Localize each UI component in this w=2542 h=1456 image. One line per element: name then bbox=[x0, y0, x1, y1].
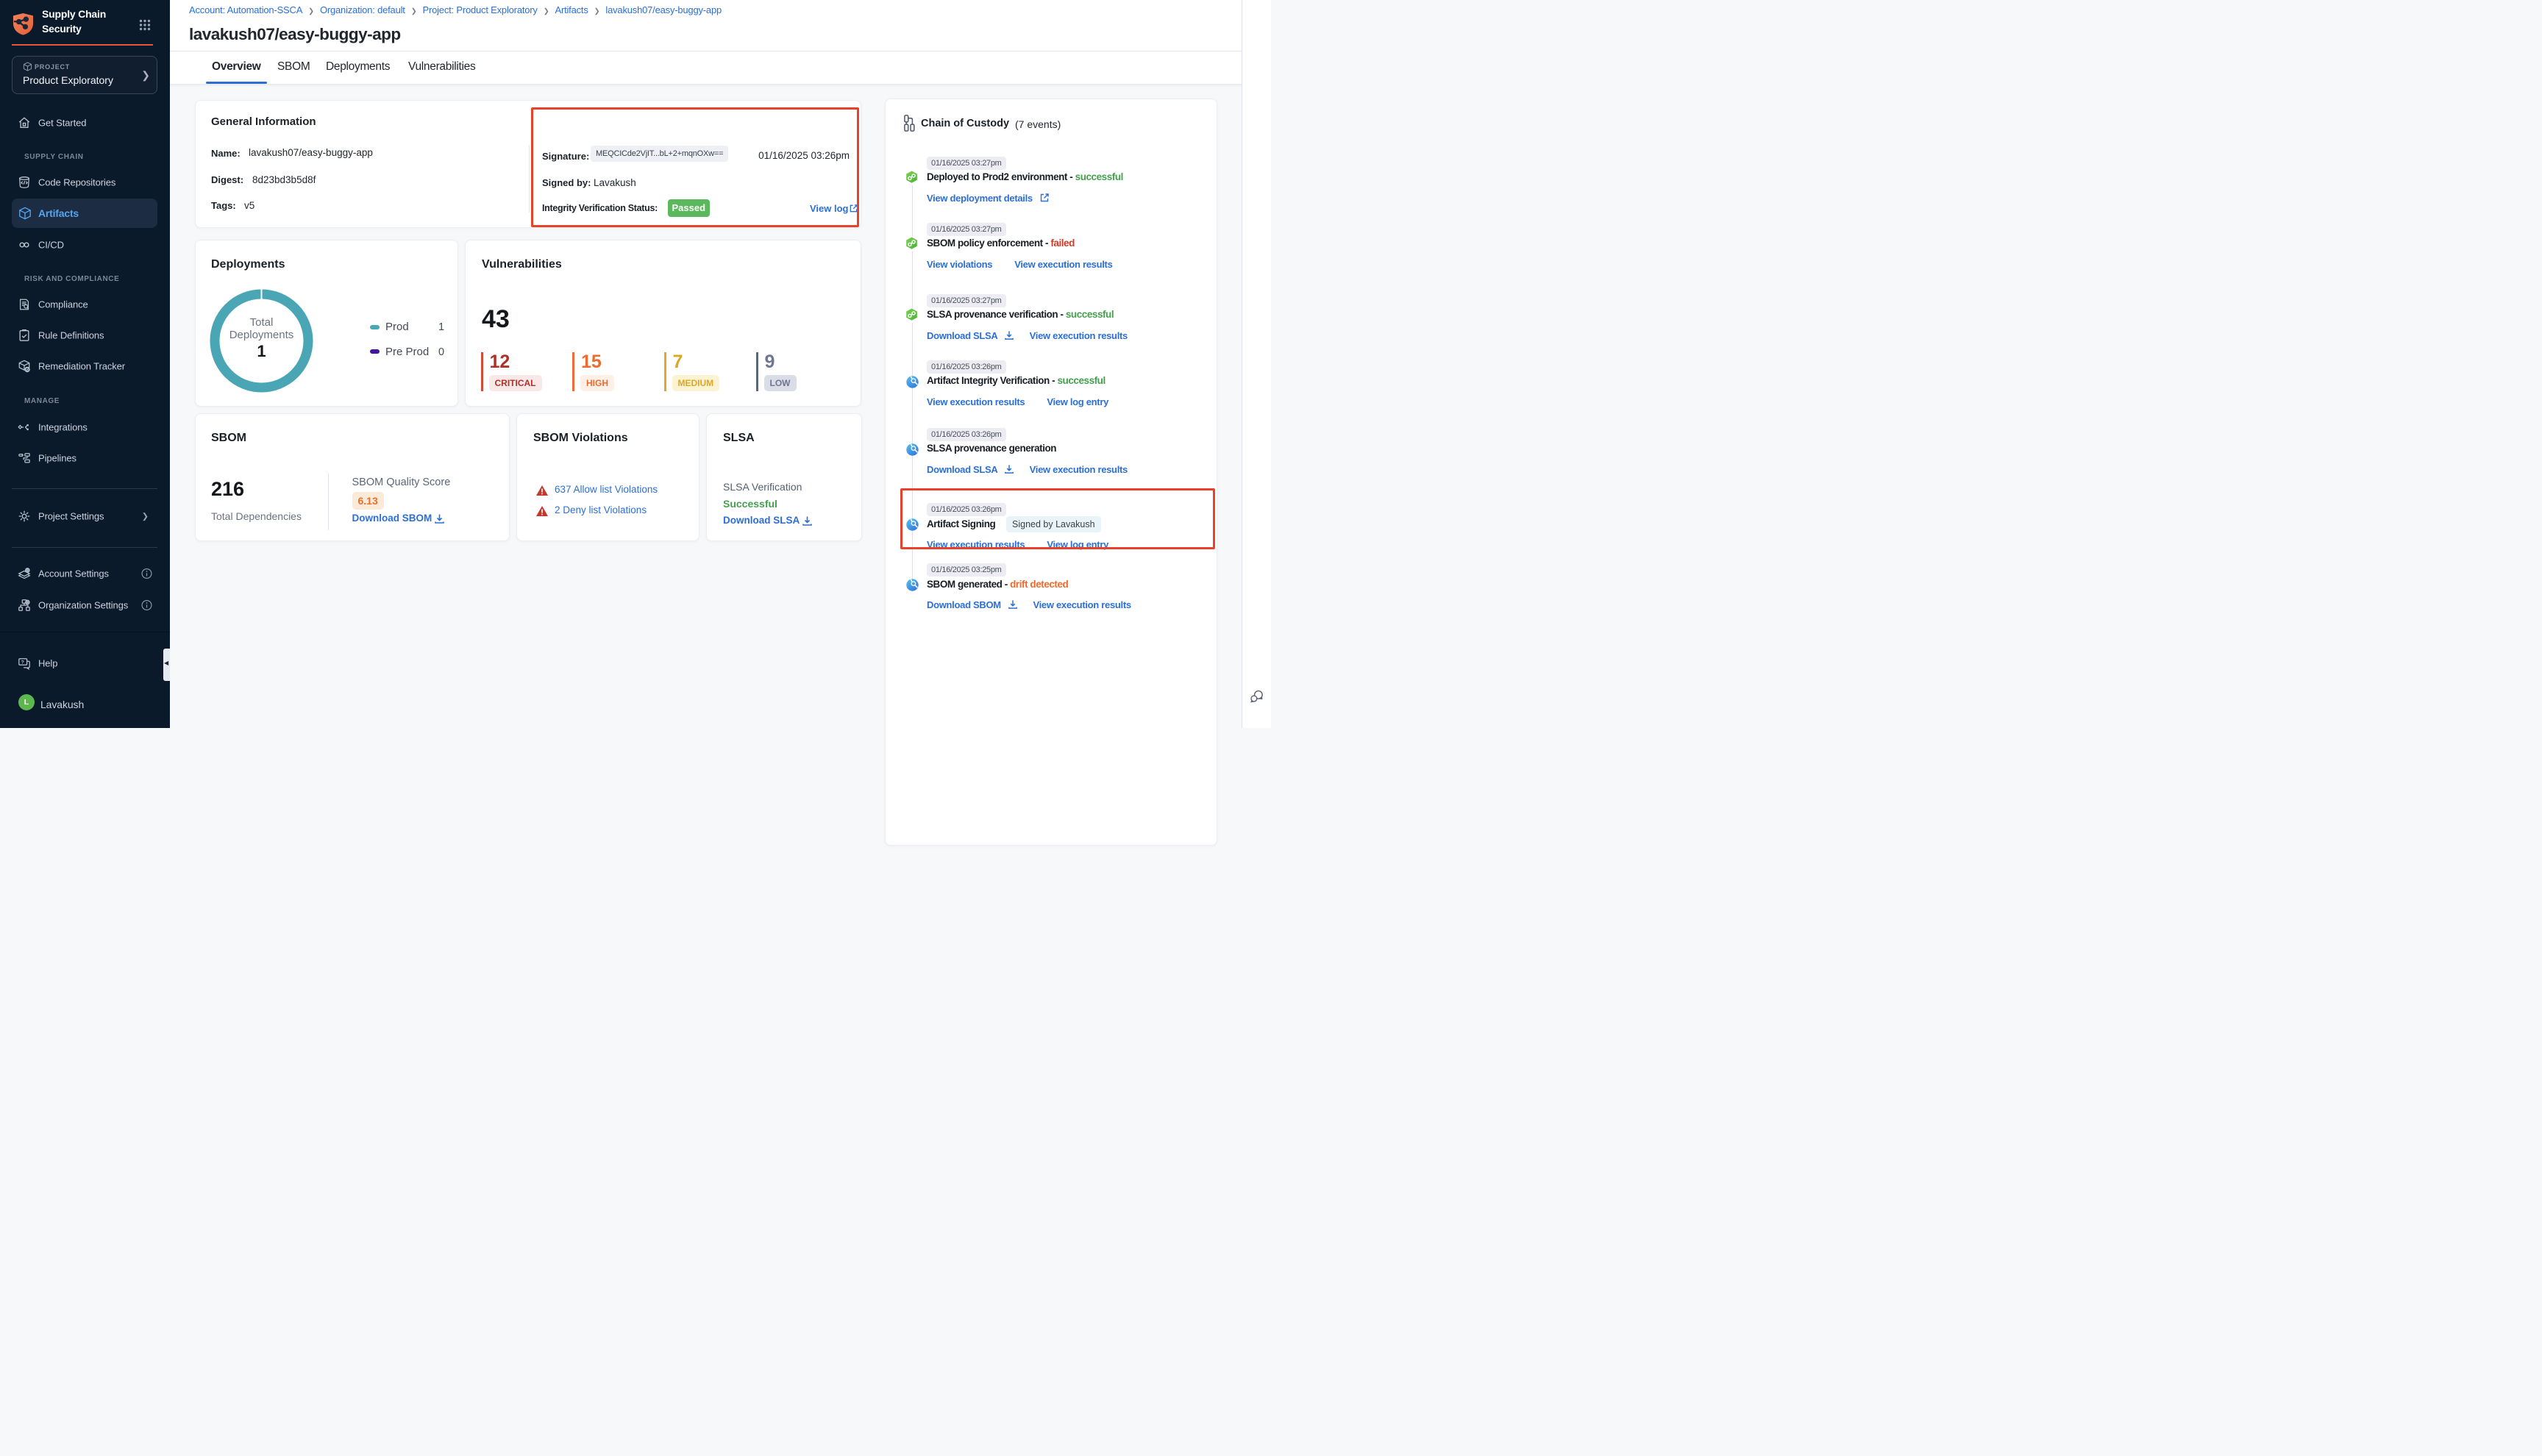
svg-text:?: ? bbox=[21, 660, 24, 665]
